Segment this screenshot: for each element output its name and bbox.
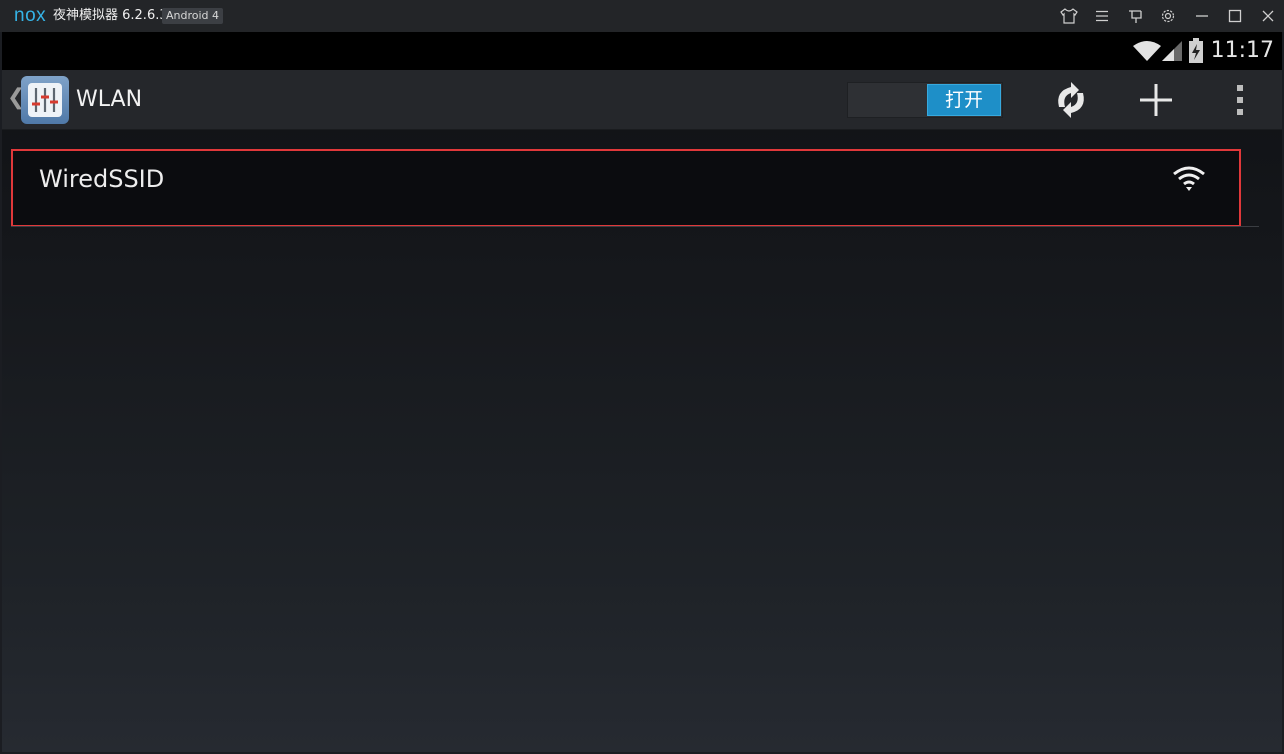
- menu-button[interactable]: [1092, 6, 1112, 26]
- settings-app-icon[interactable]: [21, 76, 69, 124]
- maximize-button[interactable]: [1225, 6, 1245, 26]
- nox-logo: nox: [14, 5, 47, 26]
- wlan-toggle[interactable]: 打开: [847, 82, 1003, 118]
- page-title: WLAN: [76, 87, 143, 112]
- settings-button[interactable]: [1158, 6, 1178, 26]
- status-clock: 11:17: [1210, 38, 1274, 63]
- android-version-badge: Android 4: [162, 8, 224, 24]
- skin-button[interactable]: [1059, 6, 1079, 26]
- refresh-button[interactable]: [1051, 80, 1091, 120]
- window-title: 夜神模拟器 6.2.6.3: [53, 8, 168, 23]
- close-button[interactable]: [1258, 6, 1278, 26]
- cell-signal-icon: [1162, 41, 1182, 61]
- status-bar: 11:17: [2, 32, 1282, 70]
- pin-icon: [1129, 10, 1142, 23]
- maximize-icon: [1228, 9, 1242, 23]
- wifi-signal-icon: [1173, 166, 1205, 191]
- add-icon: [1140, 84, 1172, 116]
- action-bar: ❮ WLAN 打开: [2, 70, 1282, 130]
- android-screen: 11:17 ❮ WLAN 打开 WiredSSID: [2, 32, 1282, 752]
- close-icon: [1262, 10, 1274, 22]
- overflow-menu-button[interactable]: [1220, 80, 1260, 120]
- emulator-title-bar: nox 夜神模拟器 6.2.6.3 Android 4: [0, 0, 1284, 32]
- refresh-icon: [1058, 82, 1084, 118]
- minimize-button[interactable]: [1192, 6, 1212, 26]
- menu-icon: [1096, 10, 1108, 22]
- overflow-menu-icon: [1237, 85, 1243, 115]
- battery-charging-icon: [1189, 38, 1203, 63]
- network-list-item[interactable]: WiredSSID: [11, 149, 1241, 227]
- settings-icon: [1161, 9, 1175, 23]
- skin-icon: [1060, 8, 1078, 24]
- add-network-button[interactable]: [1136, 80, 1176, 120]
- pin-button[interactable]: [1125, 6, 1145, 26]
- equalizer-icon: [28, 83, 62, 117]
- list-divider: [11, 226, 1259, 227]
- wlan-toggle-on-label: 打开: [927, 84, 1001, 116]
- network-ssid: WiredSSID: [39, 165, 165, 193]
- minimize-icon: [1196, 15, 1208, 17]
- wifi-icon: [1133, 41, 1161, 61]
